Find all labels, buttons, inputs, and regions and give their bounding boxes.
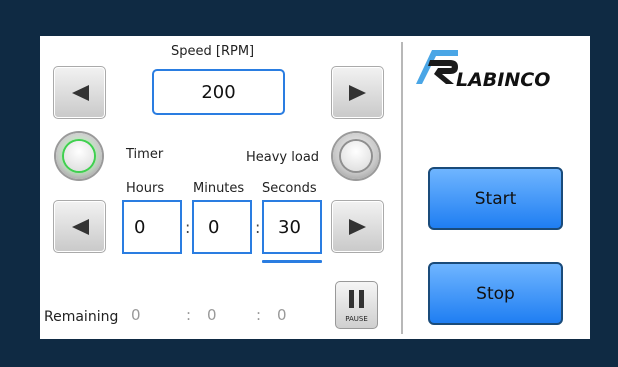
pause-icon	[349, 290, 365, 308]
remaining-seconds: 0	[277, 306, 287, 324]
hours-value: 0	[134, 216, 146, 238]
minutes-input[interactable]: 0	[192, 200, 252, 254]
hours-input[interactable]: 0	[122, 200, 182, 254]
stop-label: Stop	[476, 283, 515, 304]
time-decrease-button[interactable]	[53, 200, 106, 253]
pause-button[interactable]: PAUSE	[335, 281, 378, 329]
hours-label: Hours	[126, 181, 165, 196]
control-panel: Speed [RPM] 200 Timer Heavy load Hours M…	[40, 36, 590, 339]
speed-label: Speed [RPM]	[171, 44, 255, 59]
remaining-separator: :	[256, 306, 262, 324]
time-separator: :	[255, 218, 261, 237]
remaining-separator: :	[186, 306, 192, 324]
remaining-label: Remaining	[44, 309, 119, 325]
time-separator: :	[185, 218, 191, 237]
timer-indicator-icon	[64, 141, 94, 171]
timer-label: Timer	[126, 147, 164, 162]
speed-input[interactable]: 200	[152, 69, 285, 115]
left-arrow-icon	[71, 218, 89, 235]
logo-mark-icon	[416, 50, 458, 84]
heavy-load-indicator-icon	[341, 141, 371, 171]
labinco-logo: LABINCO	[412, 44, 577, 91]
logo-text: LABINCO	[456, 69, 551, 91]
start-label: Start	[474, 188, 517, 209]
heavy-load-toggle[interactable]	[333, 133, 379, 179]
speed-increase-button[interactable]	[331, 66, 384, 119]
start-button[interactable]: Start	[428, 167, 563, 230]
right-arrow-icon	[348, 84, 366, 101]
speed-value: 200	[201, 81, 236, 103]
minutes-label: Minutes	[193, 181, 245, 196]
speed-decrease-button[interactable]	[53, 66, 106, 119]
seconds-label: Seconds	[262, 181, 317, 196]
time-increase-button[interactable]	[331, 200, 384, 253]
remaining-minutes: 0	[207, 306, 217, 324]
seconds-value: 30	[278, 216, 301, 238]
right-arrow-icon	[348, 218, 366, 235]
remaining-hours: 0	[131, 306, 141, 324]
timer-toggle[interactable]	[56, 133, 102, 179]
seconds-input[interactable]: 30	[262, 200, 322, 254]
seconds-focus-indicator	[262, 260, 322, 263]
heavy-load-label: Heavy load	[246, 150, 320, 165]
pause-label: PAUSE	[345, 315, 368, 323]
stop-button[interactable]: Stop	[428, 262, 563, 325]
minutes-value: 0	[208, 216, 220, 238]
panel-divider	[401, 42, 403, 334]
left-arrow-icon	[71, 84, 89, 101]
